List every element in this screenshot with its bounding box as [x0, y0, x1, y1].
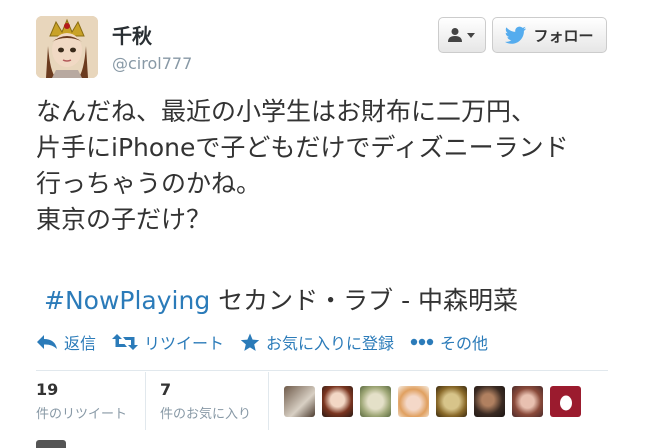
favoriter-avatar[interactable] [398, 386, 429, 417]
more-icon [410, 338, 434, 346]
stats-separator [145, 372, 146, 430]
favorite-button[interactable]: お気に入りに登録 [240, 330, 394, 354]
more-button[interactable]: その他 [410, 330, 488, 354]
stats-top-divider [36, 370, 608, 371]
favoriter-avatar[interactable] [284, 386, 315, 417]
star-icon [240, 333, 260, 351]
avatar-image [36, 16, 98, 78]
favoriter-avatar[interactable] [512, 386, 543, 417]
retweet-icon [112, 334, 139, 350]
favorite-stat[interactable]: 7 件のお気に入り [160, 380, 251, 422]
favoriter-avatar[interactable] [474, 386, 505, 417]
display-name[interactable]: 千秋 [112, 20, 152, 49]
retweet-label: リツイート [144, 334, 225, 353]
retweet-stat[interactable]: 19 件のリツイート [36, 380, 127, 422]
favorite-label: お気に入りに登録 [266, 334, 395, 353]
reply-button[interactable]: 返信 [36, 330, 96, 354]
favoriter-avatar[interactable] [550, 386, 581, 417]
favoriter-avatar[interactable] [322, 386, 353, 417]
favoriter-avatars [284, 386, 581, 417]
user-actions-button[interactable] [438, 17, 486, 53]
egg-icon [559, 395, 572, 410]
retweet-button[interactable]: リツイート [112, 330, 224, 354]
now-playing-song: セカンド・ラブ - 中森明菜 [218, 286, 519, 315]
user-dropdown-icon [448, 28, 475, 42]
next-item-avatar [36, 440, 66, 448]
tweet-text: なんだね、最近の小学生はお財布に二万円、 片手にiPhoneで子どもだけでディズ… [36, 97, 569, 234]
user-handle[interactable]: @cirol777 [112, 54, 192, 73]
favoriter-avatar[interactable] [436, 386, 467, 417]
reply-label: 返信 [64, 334, 97, 353]
favorite-count-label: 件のお気に入り [160, 407, 252, 422]
favorite-count: 7 [160, 380, 172, 399]
follow-button-label: フォロー [533, 26, 594, 45]
retweet-count: 19 [36, 380, 59, 399]
retweet-count-label: 件のリツイート [36, 407, 128, 422]
tweet-now-playing: #NowPlaying セカンド・ラブ - 中森明菜 [44, 283, 518, 319]
stats-separator [268, 372, 269, 430]
follow-button[interactable]: フォロー [492, 17, 607, 53]
reply-icon [37, 335, 57, 349]
favoriter-avatar[interactable] [360, 386, 391, 417]
avatar[interactable] [36, 16, 98, 78]
twitter-bird-icon [505, 26, 527, 44]
tweet-actions: 返信 リツイート お気に入りに登録 その他 [36, 330, 504, 354]
more-label: その他 [440, 334, 489, 353]
hashtag-link[interactable]: #NowPlaying [44, 286, 210, 315]
